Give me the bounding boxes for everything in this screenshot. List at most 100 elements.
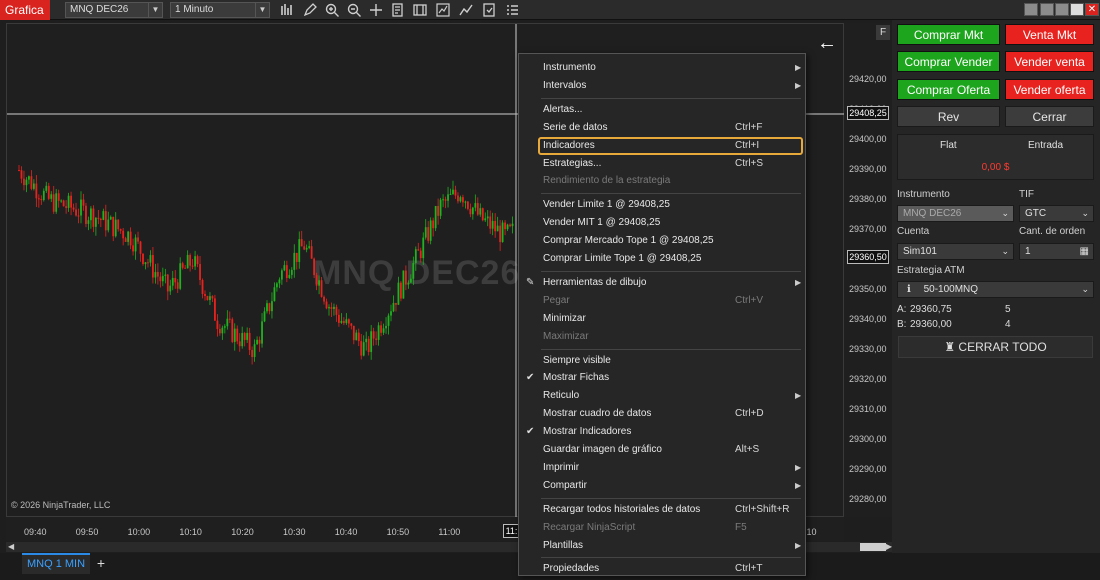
tif-dropdown[interactable]: GTC ⌄	[1019, 205, 1094, 222]
tab-mnq-1-min[interactable]: MNQ 1 MIN	[22, 553, 90, 574]
candle-body	[481, 208, 484, 221]
candle-body	[506, 224, 509, 230]
chevron-down-icon: ⌄	[1001, 208, 1009, 218]
line-chart-icon[interactable]	[458, 2, 474, 18]
price-tick: 29370,00	[849, 224, 887, 234]
f-button[interactable]: F	[876, 25, 890, 40]
properties-list-icon[interactable]	[504, 2, 520, 18]
close-window-button[interactable]: ✕	[1085, 3, 1099, 16]
sell-market-button[interactable]: Venta Mkt	[1005, 24, 1094, 45]
menu-item-compartir[interactable]: Compartir ▶	[519, 477, 805, 495]
menu-item-comprar-limite-tope-1-29408-25[interactable]: Comprar Limite Tope 1 @ 29408,25	[519, 250, 805, 268]
menu-item-imprimir[interactable]: Imprimir ▶	[519, 459, 805, 477]
minimize-button[interactable]	[1055, 3, 1069, 16]
zoom-in-icon[interactable]	[324, 2, 340, 18]
candle-body	[142, 253, 144, 265]
atm-strategy-dropdown[interactable]: ℹ 50-100MNQ ⌄	[897, 281, 1094, 298]
atm-strategy-label: Estrategia ATM	[897, 265, 965, 276]
time-tick: 09:40	[24, 527, 47, 537]
candle-body	[395, 302, 397, 305]
maximize-button[interactable]	[1070, 3, 1084, 16]
close-position-button[interactable]: Cerrar	[1005, 106, 1094, 127]
reverse-button[interactable]: Rev	[897, 106, 1000, 127]
price-tick: 29400,00	[849, 134, 887, 144]
sell-ask-button[interactable]: Vender venta	[1005, 51, 1094, 72]
scroll-thumb[interactable]	[860, 543, 886, 551]
candle-body	[87, 220, 90, 224]
instrument-selector[interactable]: MNQ DEC26 ▼	[65, 2, 163, 18]
ask-price: 29360,75	[910, 304, 952, 315]
strategy-icon[interactable]	[412, 2, 428, 18]
menu-item-alertas[interactable]: Alertas...	[519, 101, 805, 119]
buy-ask-button[interactable]: Comprar Vender	[897, 51, 1000, 72]
price-tick: 29310,00	[849, 404, 887, 414]
broom-icon: ♜	[944, 340, 956, 354]
menu-shortcut: Alt+S	[735, 444, 760, 455]
candle-body	[70, 195, 72, 208]
quantity-field[interactable]: 1 ▦	[1019, 243, 1094, 260]
candle-body	[285, 265, 288, 278]
add-tab-button[interactable]: +	[94, 555, 108, 571]
candle-body	[271, 301, 273, 312]
price-tick: 29300,00	[849, 434, 887, 444]
candle-body	[97, 217, 100, 219]
candle-body	[114, 219, 117, 237]
menu-item-guardar-imagen-de-gr-fico[interactable]: Guardar imagen de gráfico Alt+S	[519, 441, 805, 459]
zoom-out-icon[interactable]	[346, 2, 362, 18]
bar-type-icon[interactable]	[279, 2, 295, 18]
grid-icon[interactable]: ▦	[1080, 244, 1089, 259]
menu-item-instrumento[interactable]: Instrumento ▶	[519, 59, 805, 77]
candle-body	[476, 203, 479, 215]
data-box-icon[interactable]	[390, 2, 406, 18]
candle-body	[132, 245, 134, 252]
candle-body	[278, 279, 281, 284]
menu-item-indicadores[interactable]: Indicadores Ctrl+I	[519, 137, 805, 155]
menu-item-mostrar-fichas[interactable]: ✔ Mostrar Fichas	[519, 369, 805, 387]
menu-shortcut: Ctrl+S	[735, 157, 764, 169]
candle-body	[85, 205, 87, 224]
menu-item-vender-limite-1-29408-25[interactable]: Vender Limite 1 @ 29408,25	[519, 196, 805, 214]
time-tick: 10:10	[179, 527, 202, 537]
indicators-icon[interactable]	[435, 2, 451, 18]
menu-item-vender-mit-1-29408-25[interactable]: Vender MIT 1 @ 29408,25	[519, 214, 805, 232]
menu-item-intervalos[interactable]: Intervalos ▶	[519, 77, 805, 95]
buy-market-button[interactable]: Comprar Mkt	[897, 24, 1000, 45]
candle-body	[176, 282, 179, 289]
window-option-button-2[interactable]	[1040, 3, 1054, 16]
price-axis[interactable]: 29420,0029410,0029400,0029390,0029380,00…	[844, 23, 892, 517]
menu-item-mostrar-indicadores[interactable]: ✔ Mostrar Indicadores	[519, 423, 805, 441]
account-dropdown[interactable]: Sim101 ⌄	[897, 243, 1014, 260]
candle-body	[199, 264, 201, 280]
menu-item-reticulo[interactable]: Reticulo ▶	[519, 387, 805, 405]
candle-body	[77, 215, 80, 217]
info-icon[interactable]: ℹ	[907, 284, 911, 295]
template-icon[interactable]	[481, 2, 497, 18]
menu-item-recargar-todos-historiales-de-datos[interactable]: Recargar todos historiales de datos Ctrl+…	[519, 501, 805, 519]
menu-item-serie-de-datos[interactable]: Serie de datos Ctrl+F	[519, 119, 805, 137]
menu-item-propiedades[interactable]: Propiedades Ctrl+T	[519, 560, 805, 578]
menu-item-herramientas-de-dibujo[interactable]: ✎ Herramientas de dibujo ▶	[519, 274, 805, 292]
interval-selector[interactable]: 1 Minuto ▼	[170, 2, 270, 18]
candle-body	[154, 272, 157, 278]
candle-body	[256, 339, 258, 345]
menu-item-comprar-mercado-tope-1-29408-25[interactable]: Comprar Mercado Tope 1 @ 29408,25	[519, 232, 805, 250]
candle-body	[159, 276, 162, 282]
candle-body	[382, 328, 385, 333]
menu-item-estrategias[interactable]: Estrategias... Ctrl+S	[519, 155, 805, 173]
menu-item-minimizar[interactable]: Minimizar	[519, 310, 805, 328]
menu-item-siempre-visible[interactable]: Siempre visible	[519, 352, 805, 370]
app-title[interactable]: Grafica	[0, 0, 50, 20]
candle-body	[360, 341, 363, 356]
pencil-icon[interactable]	[302, 2, 318, 18]
menu-item-mostrar-cuadro-de-datos[interactable]: Mostrar cuadro de datos Ctrl+D	[519, 405, 805, 423]
crosshair-icon[interactable]	[368, 2, 384, 18]
close-all-button[interactable]: ♜ CERRAR TODO	[898, 336, 1093, 358]
candle-body	[412, 262, 415, 279]
scroll-left-icon[interactable]: ◀	[8, 542, 14, 552]
buy-bid-button[interactable]: Comprar Oferta	[897, 79, 1000, 100]
candle-body	[362, 342, 365, 356]
back-arrow-icon[interactable]: ←	[817, 32, 837, 55]
window-option-button[interactable]	[1024, 3, 1038, 16]
menu-item-plantillas[interactable]: Plantillas ▶	[519, 537, 805, 555]
sell-bid-button[interactable]: Vender oferta	[1005, 79, 1094, 100]
